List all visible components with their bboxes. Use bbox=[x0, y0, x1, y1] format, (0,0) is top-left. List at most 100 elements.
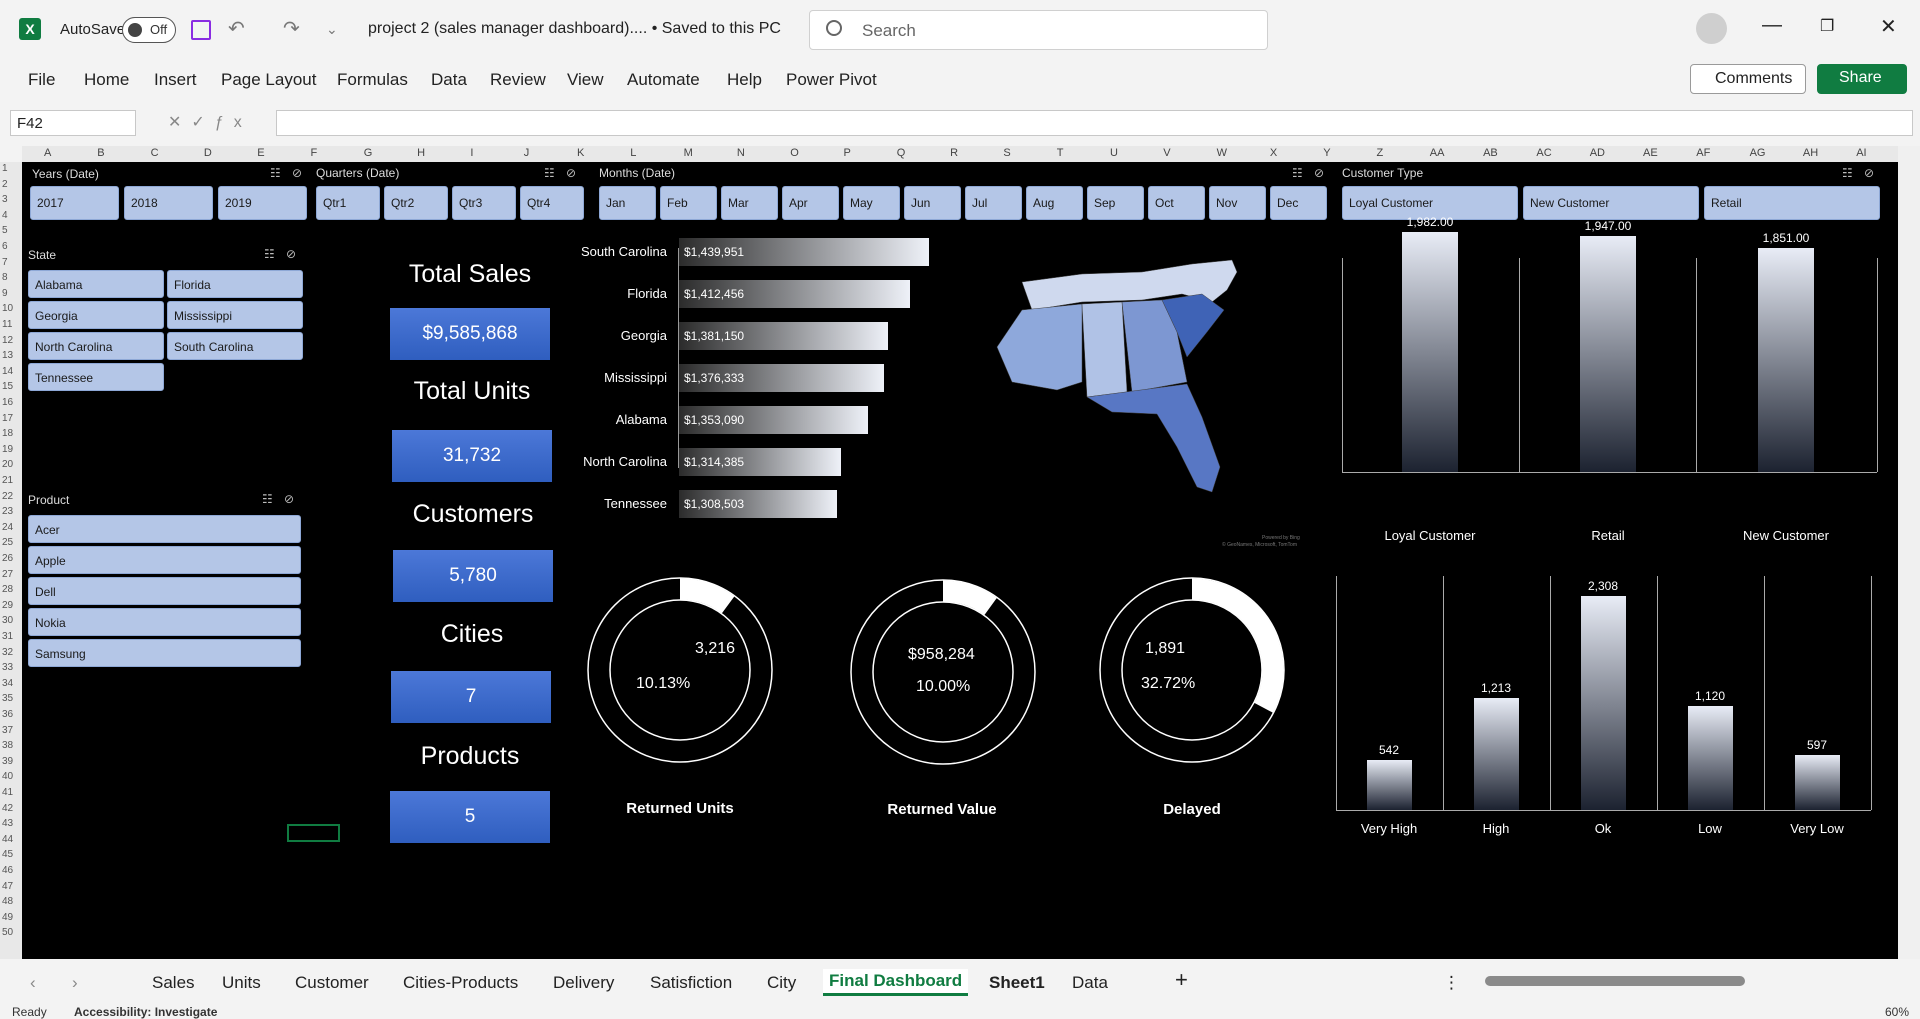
row-header[interactable]: 20 bbox=[2, 459, 20, 470]
row-header[interactable]: 27 bbox=[2, 569, 20, 580]
row-header[interactable]: 21 bbox=[2, 475, 20, 486]
row-header[interactable]: 49 bbox=[2, 912, 20, 923]
row-header[interactable]: 36 bbox=[2, 709, 20, 720]
avatar[interactable] bbox=[1696, 13, 1727, 44]
column-header[interactable]: T bbox=[1057, 147, 1064, 159]
horizontal-scrollbar[interactable] bbox=[1485, 976, 1745, 986]
column-header[interactable]: Z bbox=[1377, 147, 1384, 159]
column-header[interactable]: AF bbox=[1696, 147, 1710, 159]
menu-formulas[interactable]: Formulas bbox=[337, 70, 408, 90]
menu-page-layout[interactable]: Page Layout bbox=[221, 70, 316, 90]
menu-power-pivot[interactable]: Power Pivot bbox=[786, 70, 877, 90]
row-header[interactable]: 48 bbox=[2, 896, 20, 907]
column-header[interactable]: J bbox=[524, 147, 530, 159]
zoom-level[interactable]: 60% bbox=[1885, 1005, 1909, 1019]
column-header[interactable]: AB bbox=[1483, 147, 1498, 159]
row-header[interactable]: 10 bbox=[2, 303, 20, 314]
row-header[interactable]: 4 bbox=[2, 210, 20, 221]
row-header[interactable]: 24 bbox=[2, 522, 20, 533]
row-header[interactable]: 43 bbox=[2, 818, 20, 829]
column-header[interactable]: W bbox=[1217, 147, 1227, 159]
close-icon[interactable]: ✕ bbox=[1880, 14, 1897, 39]
menu-review[interactable]: Review bbox=[490, 70, 546, 90]
tab-units[interactable]: Units bbox=[222, 973, 261, 993]
row-header[interactable]: 6 bbox=[2, 241, 20, 252]
row-header[interactable]: 8 bbox=[2, 272, 20, 283]
column-header[interactable]: V bbox=[1163, 147, 1170, 159]
row-header[interactable]: 3 bbox=[2, 194, 20, 205]
clear-filter-icon[interactable]: ⊘ bbox=[1864, 166, 1874, 180]
more-icon[interactable]: ⋮ bbox=[1443, 973, 1460, 993]
menu-view[interactable]: View bbox=[567, 70, 604, 90]
row-header[interactable]: 44 bbox=[2, 834, 20, 845]
prev-sheet-icon[interactable]: ‹ bbox=[30, 973, 36, 993]
column-header[interactable]: G bbox=[364, 147, 373, 159]
row-header[interactable]: 41 bbox=[2, 787, 20, 798]
row-header[interactable]: 1 bbox=[2, 163, 20, 174]
column-header[interactable]: S bbox=[1003, 147, 1010, 159]
row-header[interactable]: 45 bbox=[2, 849, 20, 860]
share-button[interactable]: Share bbox=[1817, 64, 1907, 94]
donut-slice[interactable] bbox=[1100, 578, 1284, 762]
row-header[interactable]: 47 bbox=[2, 881, 20, 892]
row-header[interactable]: 29 bbox=[2, 600, 20, 611]
tab-delivery[interactable]: Delivery bbox=[553, 973, 614, 993]
row-header[interactable]: 23 bbox=[2, 506, 20, 517]
row-header[interactable]: 34 bbox=[2, 678, 20, 689]
menu-data[interactable]: Data bbox=[431, 70, 467, 90]
row-header[interactable]: 15 bbox=[2, 381, 20, 392]
row-header[interactable]: 7 bbox=[2, 257, 20, 268]
row-header[interactable]: 31 bbox=[2, 631, 20, 642]
column-header[interactable]: D bbox=[204, 147, 212, 159]
menu-insert[interactable]: Insert bbox=[154, 70, 197, 90]
tab-final-dashboard[interactable]: Final Dashboard bbox=[823, 969, 969, 996]
column-bar[interactable] bbox=[1580, 236, 1636, 472]
row-header[interactable]: 16 bbox=[2, 397, 20, 408]
column-header[interactable]: H bbox=[417, 147, 425, 159]
multi-select-icon[interactable]: ☷ bbox=[1842, 166, 1853, 180]
column-bar[interactable] bbox=[1402, 232, 1458, 472]
column-header[interactable]: Y bbox=[1323, 147, 1330, 159]
column-bar[interactable] bbox=[1580, 596, 1626, 810]
row-header[interactable]: 28 bbox=[2, 584, 20, 595]
column-bar[interactable] bbox=[1794, 754, 1840, 810]
add-sheet-icon[interactable]: + bbox=[1175, 967, 1188, 993]
row-header[interactable]: 50 bbox=[2, 927, 20, 938]
minimize-icon[interactable]: — bbox=[1762, 14, 1782, 37]
document-title[interactable]: project 2 (sales manager dashboard).... … bbox=[368, 20, 781, 38]
tab-sales[interactable]: Sales bbox=[152, 973, 195, 993]
autosave-toggle[interactable]: Off bbox=[122, 17, 176, 43]
row-header[interactable]: 13 bbox=[2, 350, 20, 361]
row-header[interactable]: 33 bbox=[2, 662, 20, 673]
column-header[interactable]: P bbox=[844, 147, 851, 159]
status-accessibility[interactable]: Accessibility: Investigate bbox=[74, 1005, 217, 1019]
vertical-scrollbar[interactable] bbox=[1898, 146, 1920, 959]
column-header[interactable]: L bbox=[630, 147, 636, 159]
column-bar[interactable] bbox=[1687, 706, 1733, 810]
comments-button[interactable]: Comments bbox=[1690, 64, 1806, 94]
menu-help[interactable]: Help bbox=[727, 70, 762, 90]
column-header[interactable]: A bbox=[44, 147, 51, 159]
column-bar[interactable] bbox=[1473, 697, 1519, 810]
tab-city[interactable]: City bbox=[767, 973, 796, 993]
restore-icon[interactable]: ❐ bbox=[1820, 16, 1834, 36]
row-header[interactable]: 39 bbox=[2, 756, 20, 767]
column-header[interactable]: E bbox=[257, 147, 264, 159]
menu-automate[interactable]: Automate bbox=[627, 70, 700, 90]
undo-icon[interactable]: ↶ bbox=[228, 18, 245, 40]
save-icon[interactable] bbox=[191, 20, 211, 40]
column-header[interactable]: AH bbox=[1803, 147, 1818, 159]
column-bar[interactable] bbox=[1366, 759, 1412, 810]
column-header[interactable]: O bbox=[790, 147, 799, 159]
row-header[interactable]: 17 bbox=[2, 413, 20, 424]
row-header[interactable]: 32 bbox=[2, 647, 20, 658]
column-header[interactable]: I bbox=[470, 147, 473, 159]
tab-data[interactable]: Data bbox=[1072, 973, 1108, 993]
row-header[interactable]: 35 bbox=[2, 693, 20, 704]
tab-customer[interactable]: Customer bbox=[295, 973, 369, 993]
column-header[interactable]: X bbox=[1270, 147, 1277, 159]
column-header[interactable]: AA bbox=[1430, 147, 1445, 159]
next-sheet-icon[interactable]: › bbox=[72, 973, 78, 993]
slicer-new-customer[interactable]: New Customer bbox=[1523, 186, 1699, 220]
row-header[interactable]: 30 bbox=[2, 615, 20, 626]
